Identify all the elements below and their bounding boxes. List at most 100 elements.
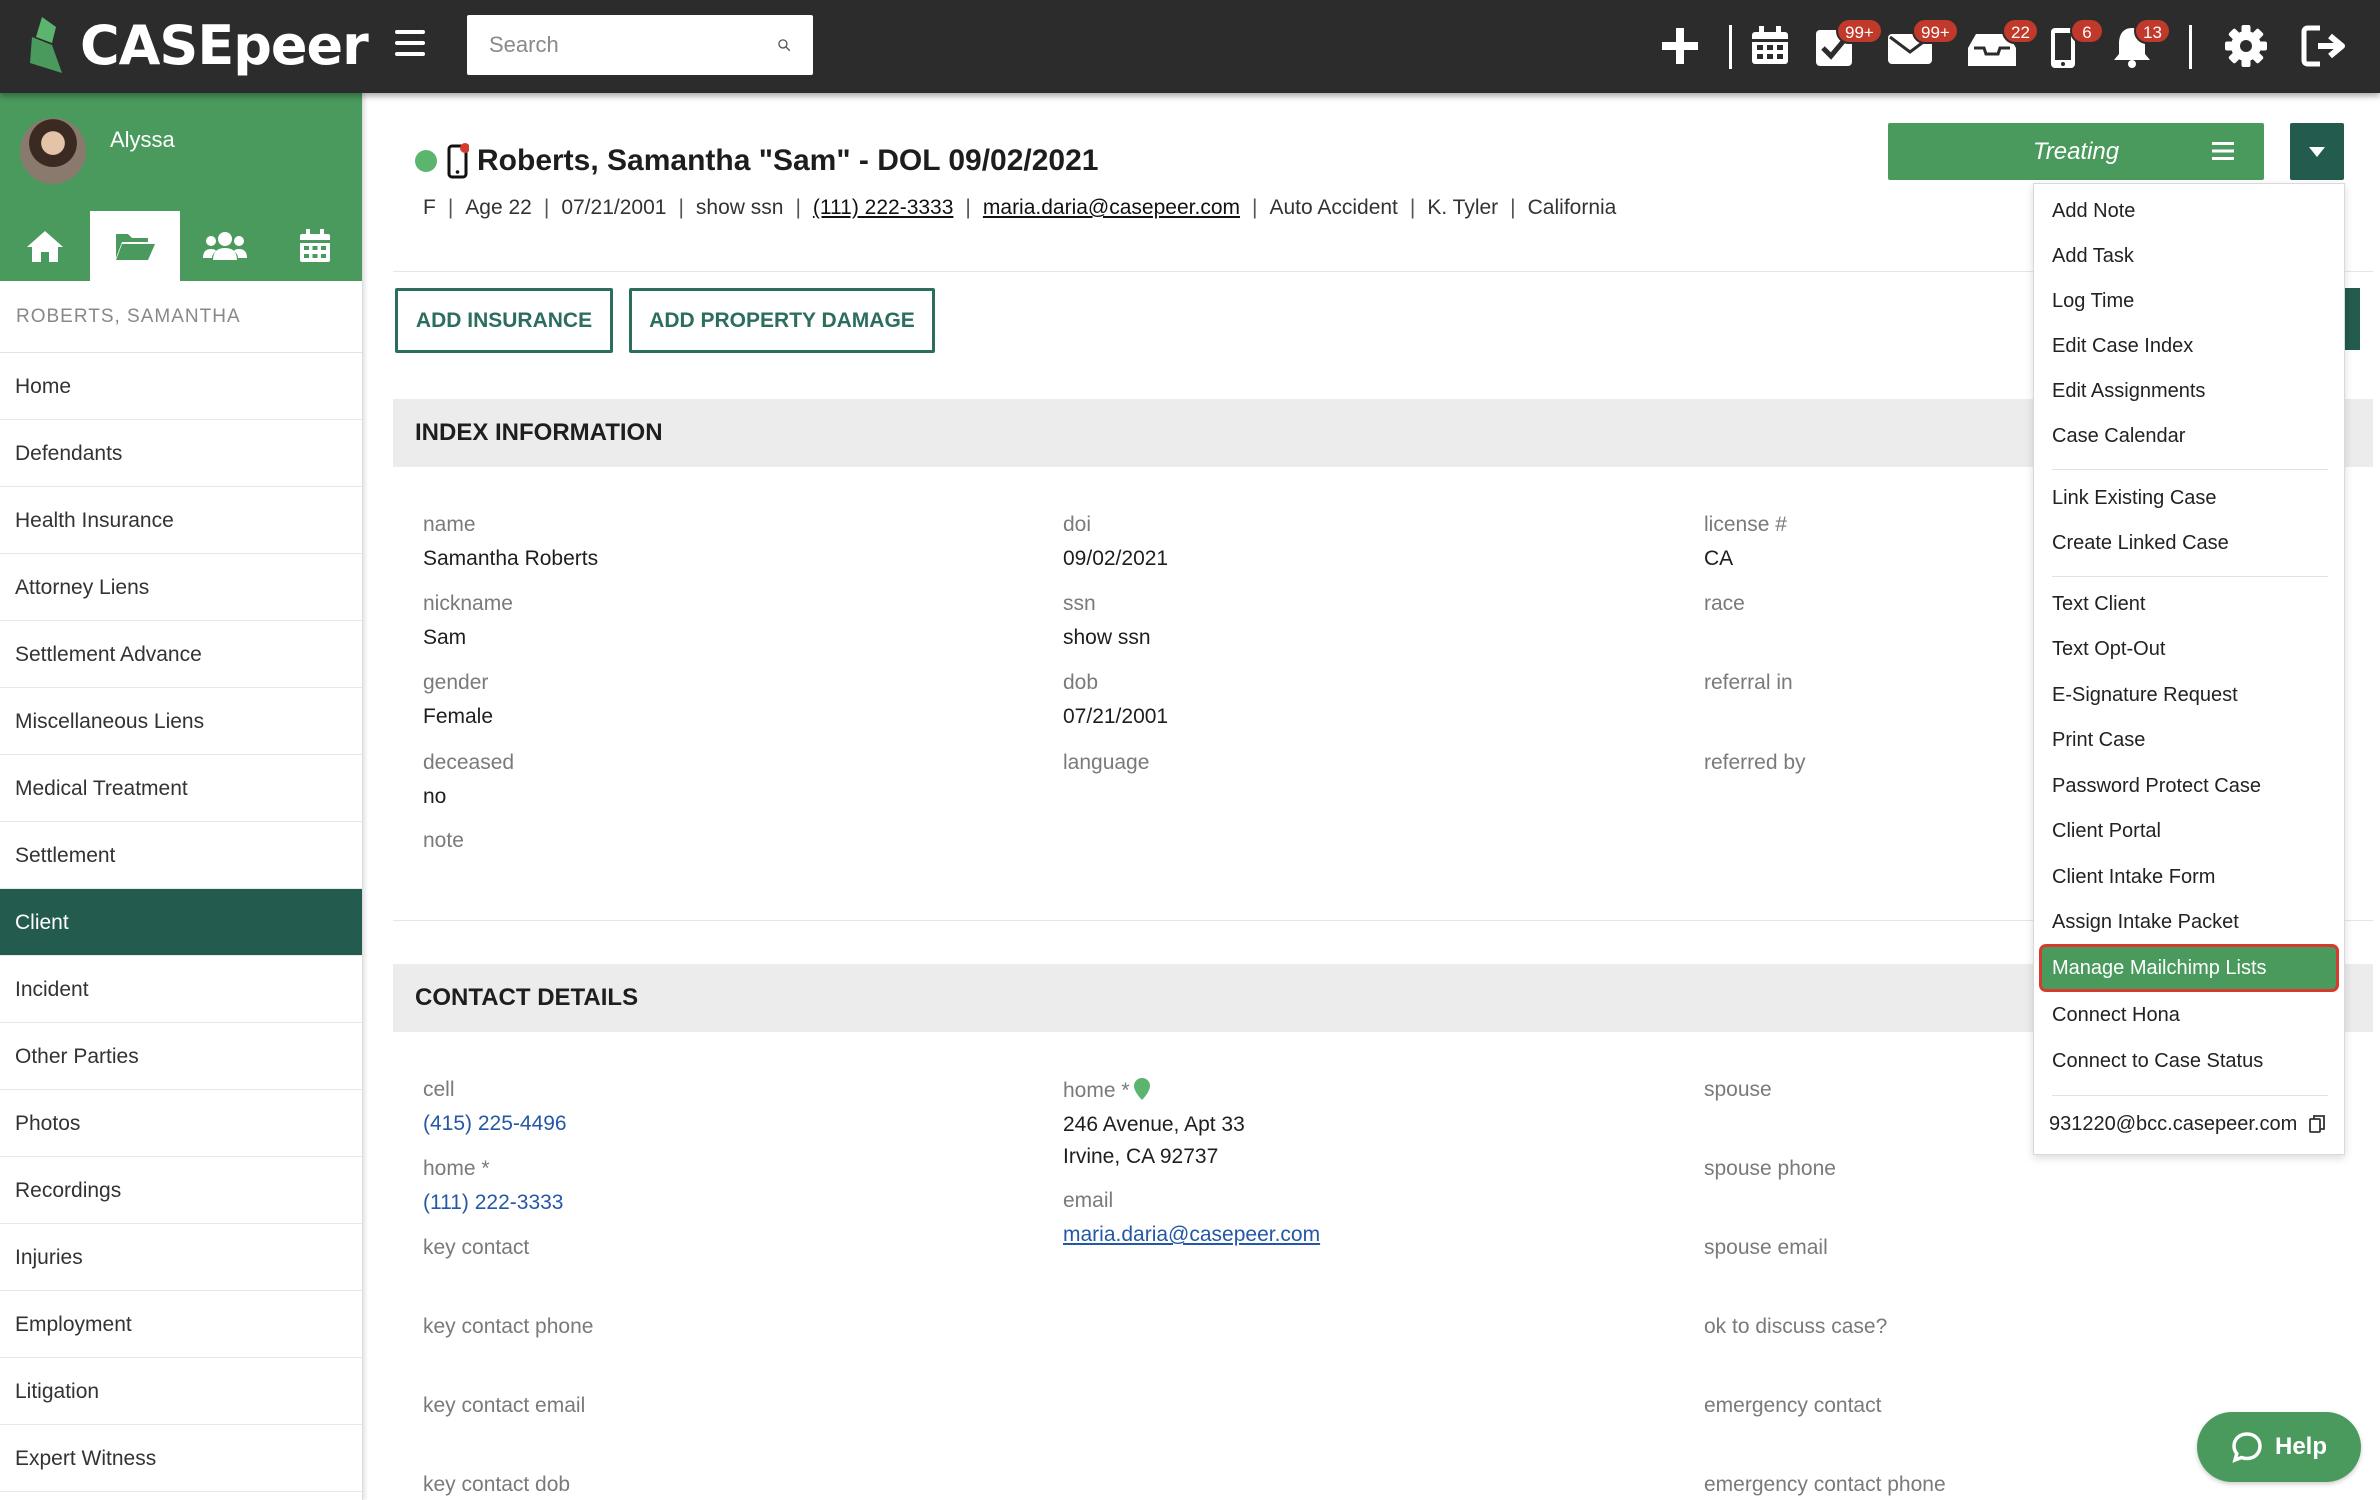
main-menu-icon[interactable] (395, 30, 425, 56)
menu-item-connect-case-status[interactable]: Connect to Case Status (2034, 1040, 2344, 1082)
tab-home[interactable] (0, 211, 90, 281)
client-sex: F (423, 196, 436, 219)
tab-cases[interactable] (90, 211, 180, 281)
menu-item-create-linked-case[interactable]: Create Linked Case (2034, 522, 2344, 564)
menu-item-esignature-request[interactable]: E-Signature Request (2034, 674, 2344, 716)
help-button[interactable]: Help (2197, 1412, 2361, 1482)
calendar-icon[interactable] (1746, 22, 1794, 70)
logout-icon[interactable] (2300, 22, 2348, 70)
menu-item-add-note[interactable]: Add Note (2034, 190, 2344, 232)
sidebar-item-photos[interactable]: Photos (0, 1090, 362, 1157)
copy-icon[interactable] (2308, 1115, 2325, 1133)
sidebar-item-litigation[interactable]: Litigation (0, 1358, 362, 1425)
client-dob: 07/21/2001 (561, 196, 667, 219)
notifications-button[interactable]: 13 (2110, 18, 2171, 70)
notifications-badge: 13 (2134, 18, 2171, 44)
menu-item-connect-hona[interactable]: Connect Hona (2034, 994, 2344, 1036)
sidebar-nav-tabs (0, 211, 362, 281)
mail-button[interactable]: 99+ (1886, 18, 1959, 70)
panel-edge (2345, 288, 2360, 350)
field-key-contact: key contact (423, 1236, 530, 1259)
menu-item-link-existing-case[interactable]: Link Existing Case (2034, 477, 2344, 519)
field-race: race (1704, 592, 1745, 615)
toolbar-divider (2189, 25, 2192, 69)
casepeer-logo[interactable]: CASEpeer (22, 12, 369, 78)
cell-phone-link[interactable]: (415) 225-4496 (423, 1108, 567, 1140)
field-nickname: nickname Sam (423, 592, 513, 649)
sidebar-item-other-parties[interactable]: Other Parties (0, 1023, 362, 1090)
sidebar-item-injuries[interactable]: Injuries (0, 1224, 362, 1291)
sidebar-item-defendants[interactable]: Defendants (0, 420, 362, 487)
sidebar-case-label: ROBERTS, SAMANTHA (0, 281, 362, 353)
case-actions-toggle[interactable] (2290, 123, 2344, 180)
sidebar-item-recordings[interactable]: Recordings (0, 1157, 362, 1224)
case-header: Roberts, Samantha "Sam" - DOL 09/02/2021 (415, 143, 1098, 179)
field-license: license # CA (1704, 513, 1787, 570)
menu-item-manage-mailchimp-lists[interactable]: Manage Mailchimp Lists (2042, 947, 2336, 989)
menu-item-add-task[interactable]: Add Task (2034, 235, 2344, 277)
case-status-label: Treating (2032, 137, 2120, 165)
menu-item-edit-case-index[interactable]: Edit Case Index (2034, 325, 2344, 367)
case-actions-dropdown: Add Note Add Task Log Time Edit Case Ind… (2033, 183, 2345, 1155)
field-key-contact-phone: key contact phone (423, 1315, 594, 1338)
add-insurance-button[interactable]: ADD INSURANCE (395, 288, 613, 353)
inbox-button[interactable]: 22 (1966, 18, 2039, 70)
menu-item-bcc-email[interactable]: 931220@bcc.casepeer.com (2034, 1103, 2344, 1145)
avatar[interactable] (20, 118, 86, 184)
menu-item-client-portal[interactable]: Client Portal (2034, 810, 2344, 852)
menu-item-case-calendar[interactable]: Case Calendar (2034, 415, 2344, 457)
search-icon[interactable] (777, 32, 791, 58)
sidebar-item-miscellaneous-liens[interactable]: Miscellaneous Liens (0, 688, 362, 755)
menu-item-text-client[interactable]: Text Client (2034, 583, 2344, 625)
map-pin-icon[interactable] (1133, 1078, 1150, 1100)
mobile-phone-icon (447, 143, 469, 179)
gear-icon[interactable] (2222, 22, 2270, 70)
bcc-email-address: 931220@bcc.casepeer.com (2049, 1113, 2298, 1135)
client-phone-link[interactable]: (111) 222-3333 (813, 196, 954, 220)
status-dot (415, 150, 437, 172)
user-name[interactable]: Alyssa (110, 127, 175, 153)
field-ok-to-discuss: ok to discuss case? (1704, 1315, 1888, 1338)
client-email-link[interactable]: maria.daria@casepeer.com (983, 196, 1240, 220)
menu-item-client-intake-form[interactable]: Client Intake Form (2034, 856, 2344, 898)
tasks-badge: 99+ (1836, 18, 1883, 44)
sidebar-item-settlement-advance[interactable]: Settlement Advance (0, 621, 362, 688)
sidebar-item-incident[interactable]: Incident (0, 956, 362, 1023)
home-icon (27, 231, 63, 262)
field-key-contact-email: key contact email (423, 1394, 586, 1417)
sidebar-item-expert-witness[interactable]: Expert Witness (0, 1425, 362, 1492)
field-doi: doi 09/02/2021 (1063, 513, 1169, 570)
sidebar-item-attorney-liens[interactable]: Attorney Liens (0, 554, 362, 621)
tab-calendar[interactable] (270, 211, 360, 281)
search-box (467, 15, 813, 75)
search-input[interactable] (489, 32, 777, 58)
menu-item-text-opt-out[interactable]: Text Opt-Out (2034, 628, 2344, 670)
case-status-button[interactable]: Treating (1888, 123, 2264, 180)
field-spouse-email: spouse email (1704, 1236, 1828, 1259)
menu-item-edit-assignments[interactable]: Edit Assignments (2034, 370, 2344, 412)
home-phone-link[interactable]: (111) 222-3333 (423, 1187, 564, 1219)
field-key-contact-dob: key contact dob (423, 1473, 571, 1496)
sidebar-item-employment[interactable]: Employment (0, 1291, 362, 1358)
add-property-damage-button[interactable]: ADD PROPERTY DAMAGE (629, 288, 935, 353)
tab-contacts[interactable] (180, 211, 270, 281)
menu-item-log-time[interactable]: Log Time (2034, 280, 2344, 322)
case-summary: F | Age 22 | 07/21/2001 | show ssn | (111) 2… (423, 196, 1617, 220)
sidebar-item-health-insurance[interactable]: Health Insurance (0, 487, 362, 554)
menu-item-assign-intake-packet[interactable]: Assign Intake Packet (2034, 901, 2344, 943)
sidebar-item-medical-treatment[interactable]: Medical Treatment (0, 755, 362, 822)
show-ssn-value[interactable]: show ssn (1063, 622, 1151, 654)
field-emergency-contact-phone: emergency contact phone (1704, 1473, 1946, 1496)
tasks-button[interactable]: 99+ (1812, 18, 1883, 70)
menu-item-password-protect-case[interactable]: Password Protect Case (2034, 765, 2344, 807)
show-ssn-link[interactable]: show ssn (696, 196, 784, 220)
sidebar-item-home[interactable]: Home (0, 353, 362, 420)
sidebar-item-client[interactable]: Client (0, 889, 362, 956)
email-link[interactable]: maria.daria@casepeer.com (1063, 1219, 1320, 1251)
field-spouse: spouse (1704, 1078, 1772, 1101)
sidebar-item-settlement[interactable]: Settlement (0, 822, 362, 889)
menu-item-print-case[interactable]: Print Case (2034, 719, 2344, 761)
folder-open-icon (116, 234, 155, 260)
mobile-button[interactable]: 6 (2048, 18, 2104, 70)
plus-icon[interactable] (1656, 22, 1704, 70)
